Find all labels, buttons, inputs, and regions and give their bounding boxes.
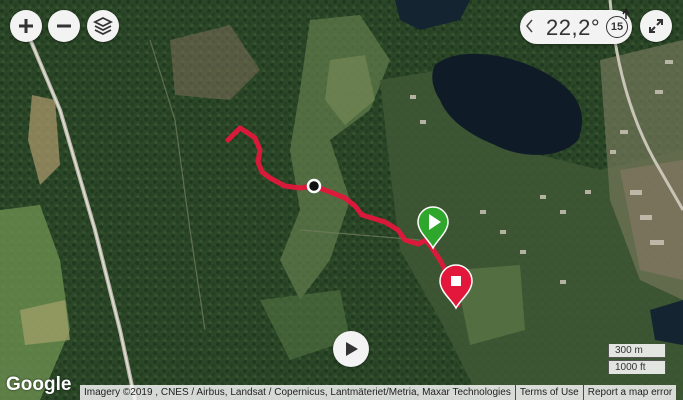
play-button[interactable]	[333, 331, 369, 367]
minus-icon	[57, 24, 71, 28]
play-icon	[346, 342, 358, 356]
chevron-left-icon	[526, 19, 533, 33]
temperature-value: 22,2°	[546, 15, 601, 40]
end-marker-icon[interactable]	[439, 264, 473, 310]
satellite-map[interactable]: 22,2° 15 Google 300 m 1000 ft Imagery ©2…	[0, 0, 683, 400]
scale-metric: 300 m	[608, 344, 666, 358]
terms-of-use-link[interactable]: Terms of Use	[515, 385, 583, 400]
layers-icon	[93, 16, 113, 36]
expand-icon	[649, 19, 663, 33]
report-map-error-link[interactable]: Report a map error	[583, 385, 677, 400]
google-logo: Google	[6, 374, 72, 395]
position-dot-icon[interactable]	[306, 178, 322, 194]
layers-button[interactable]	[87, 10, 119, 42]
zoom-in-button[interactable]	[10, 10, 42, 42]
zoom-out-button[interactable]	[48, 10, 80, 42]
weather-widget[interactable]: 22,2° 15	[520, 7, 632, 44]
wind-speed-badge: 15	[606, 16, 628, 38]
fullscreen-button[interactable]	[640, 10, 672, 42]
map-attribution: Imagery ©2019 , CNES / Airbus, Landsat /…	[80, 385, 683, 400]
scale-imperial: 1000 ft	[608, 360, 666, 374]
map-scale: 300 m 1000 ft	[608, 343, 670, 377]
imagery-credit: Imagery ©2019 , CNES / Airbus, Landsat /…	[80, 385, 515, 400]
plus-icon	[19, 19, 33, 33]
